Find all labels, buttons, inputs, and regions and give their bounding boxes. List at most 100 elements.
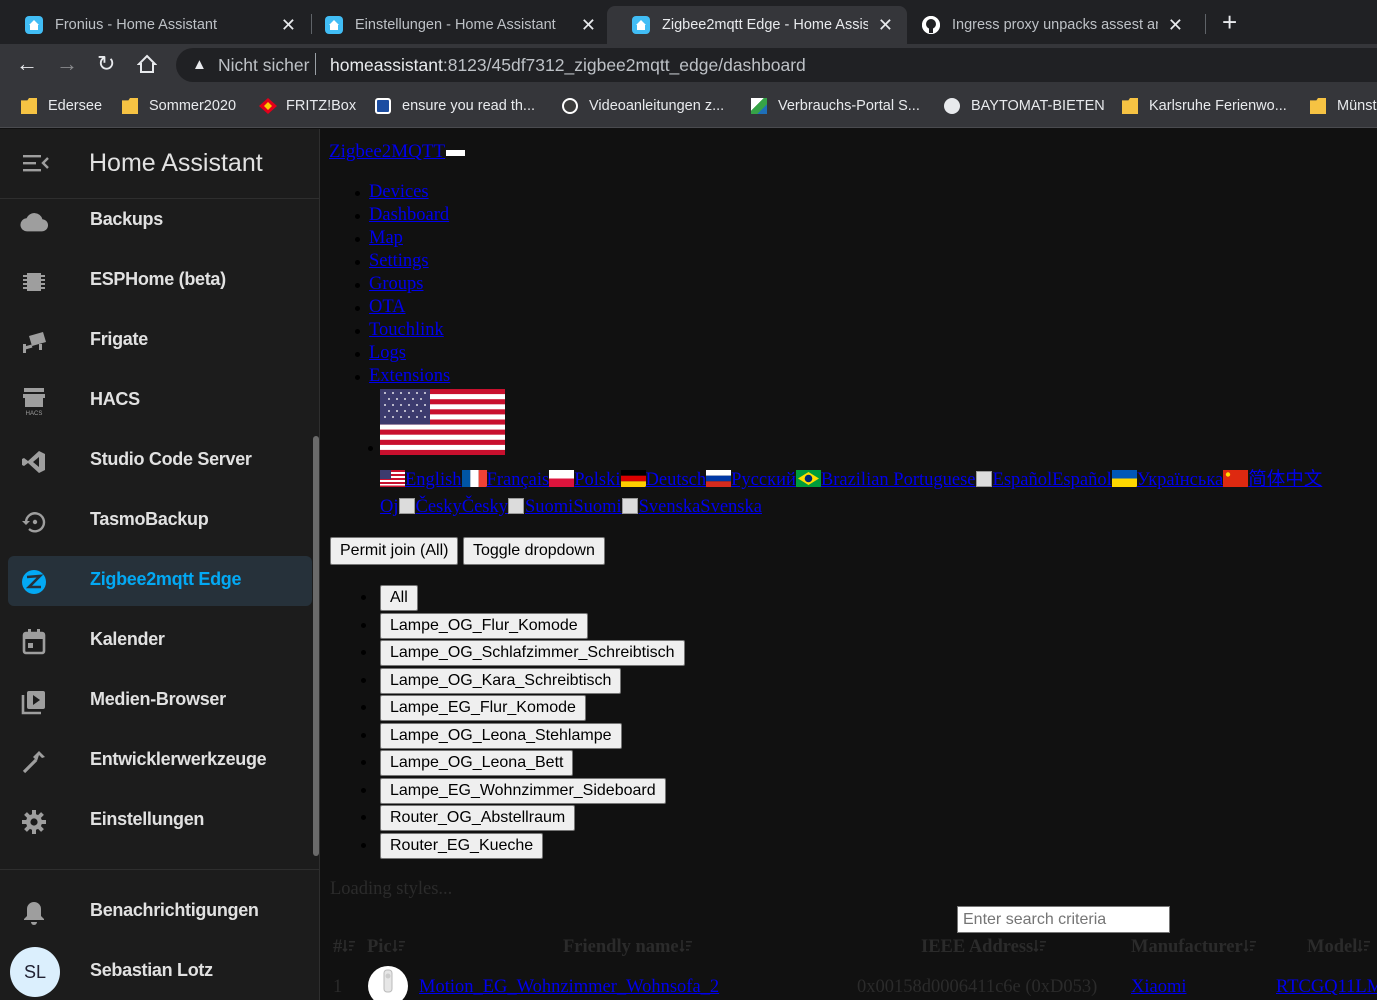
- bookmark-edersee[interactable]: Edersee: [21, 96, 102, 116]
- sidebar-item-studio-code-server[interactable]: Studio Code Server: [8, 436, 312, 486]
- bookmark-muenst[interactable]: Münst: [1310, 96, 1377, 116]
- device-option-button[interactable]: Lampe_EG_Wohnzimmer_Sideboard: [380, 777, 666, 804]
- sidebar-item-zigbee2mqtt-edge[interactable]: Zigbee2mqtt Edge: [8, 556, 312, 606]
- sidebar-item-kalender[interactable]: Kalender: [8, 616, 312, 666]
- device-option-button[interactable]: Lampe_OG_Kara_Schreibtisch: [380, 667, 622, 694]
- lang-polish[interactable]: Polski: [574, 470, 620, 490]
- close-icon[interactable]: ✕: [281, 15, 296, 36]
- navbar-toggler[interactable]: [446, 149, 466, 156]
- sidebar-item-backups[interactable]: Backups: [8, 196, 312, 246]
- zigbee2mqtt-page: Zigbee2MQTT Devices Dashboard Map Settin…: [321, 129, 1377, 1000]
- column-header-ieee-address[interactable]: IEEE Address: [921, 937, 1047, 958]
- lang-spanish[interactable]: EspañolEspañol: [993, 470, 1112, 490]
- address-bar[interactable]: ▲ Nicht sicher homeassistant:8123/45df73…: [176, 48, 1377, 82]
- sidebar-item-label: Studio Code Server: [90, 449, 252, 469]
- sidebar-item-esphome[interactable]: ESPHome (beta): [8, 256, 312, 306]
- bookmark-videoanleitungen[interactable]: Videoanleitungen z...: [562, 96, 724, 116]
- device-option-button[interactable]: Router_EG_Kueche: [380, 832, 544, 859]
- nav-link[interactable]: Touchlink: [369, 320, 444, 340]
- reload-icon[interactable]: ↻: [97, 53, 115, 75]
- nav-link[interactable]: Devices: [369, 182, 429, 202]
- device-option-button[interactable]: Router_OG_Abstellraum: [380, 805, 576, 831]
- cloud-icon: [20, 208, 48, 236]
- nav-link[interactable]: Extensions: [369, 366, 450, 386]
- security-label[interactable]: Nicht sicher: [218, 55, 309, 76]
- lang-russian[interactable]: Русский: [731, 470, 796, 490]
- bookmark-label: Sommer2020: [149, 98, 237, 114]
- column-header-friendly-name[interactable]: Friendly name: [563, 937, 693, 958]
- site-icon: [751, 98, 767, 114]
- lang-czech[interactable]: ČeskyČesky: [416, 497, 509, 517]
- bookmark-ensure[interactable]: ensure you read th...: [375, 96, 535, 116]
- browser-tab-zigbee2mqtt[interactable]: Zigbee2mqtt Edge - Home Assist ✕: [607, 6, 907, 44]
- bookmark-label: Münst: [1337, 98, 1377, 114]
- bookmark-karlsruhe[interactable]: Karlsruhe Ferienwo...: [1122, 96, 1287, 116]
- nav-link[interactable]: Logs: [369, 343, 406, 363]
- bookmark-verbrauchs-portal[interactable]: Verbrauchs-Portal S...: [751, 96, 920, 116]
- model-link[interactable]: RTCGQ11LM: [1276, 977, 1377, 997]
- nav-item-extensions: Extensions: [354, 365, 450, 388]
- device-link[interactable]: Motion_EG_Wohnzimmer_Wohnsofa_2: [419, 977, 719, 997]
- device-option-button[interactable]: Lampe_OG_Schlafzimmer_Schreibtisch: [380, 640, 685, 666]
- browser-tab-einstellungen[interactable]: Einstellungen - Home Assistant ✕: [300, 6, 610, 44]
- warning-icon[interactable]: ▲: [192, 56, 207, 73]
- column-header-model[interactable]: Model: [1307, 937, 1371, 958]
- device-option-button[interactable]: All: [380, 585, 418, 611]
- sidebar-item-einstellungen[interactable]: Einstellungen: [8, 796, 312, 846]
- device-option-button[interactable]: Lampe_OG_Leona_Stehlampe: [380, 722, 622, 749]
- device-option-button[interactable]: Lampe_OG_Flur_Komode: [380, 612, 588, 639]
- bookmark-fritzbox[interactable]: FRITZ!Box: [259, 96, 356, 116]
- bookmark-label: Edersee: [48, 98, 103, 114]
- lang-swedish[interactable]: SvenskaSvenska: [639, 497, 762, 517]
- lang-german[interactable]: Deutsch: [646, 470, 707, 490]
- sidebar-item-hacs[interactable]: HACS HACS: [8, 376, 312, 426]
- browser-tab-github[interactable]: Ingress proxy unpacks assest and ✕: [897, 6, 1197, 44]
- manufacturer-link[interactable]: Xiaomi: [1131, 977, 1187, 997]
- bookmark-baytomat[interactable]: BAYTOMAT-BIETEN: [944, 96, 1105, 116]
- ukraine-flag-icon: [1111, 470, 1137, 487]
- nav-link[interactable]: Dashboard: [369, 205, 449, 225]
- sidebar-scrollbar[interactable]: [313, 436, 319, 856]
- us-flag-icon[interactable]: [380, 389, 505, 455]
- lang-other[interactable]: Oj: [380, 497, 399, 517]
- column-header-manufacturer[interactable]: Manufacturer: [1131, 937, 1257, 958]
- home-icon[interactable]: [136, 54, 158, 78]
- url-text[interactable]: homeassistant:8123/45df7312_zigbee2mqtt_…: [330, 55, 806, 76]
- nav-link[interactable]: OTA: [369, 297, 406, 317]
- column-header-pic[interactable]: Pic: [367, 937, 406, 958]
- sidebar-item-medien-browser[interactable]: Medien-Browser: [8, 676, 312, 726]
- permit-join-button[interactable]: Permit join (All): [330, 537, 459, 565]
- nav-link[interactable]: Map: [369, 228, 403, 248]
- close-icon[interactable]: ✕: [581, 15, 596, 36]
- toggle-dropdown-button[interactable]: Toggle dropdown: [463, 537, 605, 565]
- sidebar-item-tasmobackup[interactable]: TasmoBackup: [8, 496, 312, 546]
- close-icon[interactable]: ✕: [878, 15, 893, 36]
- lang-finnish[interactable]: SuomiSuomi: [525, 497, 622, 517]
- lang-ukrainian[interactable]: Українська: [1137, 470, 1224, 490]
- lang-french[interactable]: Français: [487, 470, 550, 490]
- bookmark-sommer2020[interactable]: Sommer2020: [122, 96, 236, 116]
- url-host: homeassistant: [330, 55, 443, 75]
- device-option-button[interactable]: Lampe_EG_Flur_Komode: [380, 695, 586, 721]
- sidebar-item-entwicklerwerkzeuge[interactable]: Entwicklerwerkzeuge: [8, 736, 312, 786]
- forward-arrow-icon[interactable]: →: [56, 53, 78, 75]
- menu-collapse-icon[interactable]: [23, 153, 49, 173]
- nav-link[interactable]: Settings: [369, 251, 429, 271]
- device-option-button[interactable]: Lampe_OG_Leona_Bett: [380, 750, 574, 776]
- sidebar-item-frigate[interactable]: Frigate: [8, 316, 312, 366]
- sidebar-item-notifications[interactable]: Benachrichtigungen: [8, 887, 312, 937]
- back-arrow-icon[interactable]: ←: [16, 53, 38, 75]
- browser-tab-fronius[interactable]: Fronius - Home Assistant ✕: [0, 6, 310, 44]
- lang-brazilian-portuguese[interactable]: Brazilian Portuguese: [821, 470, 976, 490]
- brand-link[interactable]: Zigbee2MQTT: [329, 141, 445, 162]
- lang-english[interactable]: English: [405, 470, 462, 490]
- home-assistant-icon: [632, 16, 650, 34]
- search-input[interactable]: [957, 906, 1170, 933]
- new-tab-button[interactable]: +: [1222, 8, 1237, 36]
- sort-icon: [342, 940, 356, 953]
- sidebar-item-profile[interactable]: Sebastian Lotz: [8, 947, 312, 997]
- lang-chinese[interactable]: 简体中文: [1248, 470, 1322, 490]
- nav-link[interactable]: Groups: [369, 274, 423, 294]
- column-header-number[interactable]: #: [333, 937, 356, 958]
- close-icon[interactable]: ✕: [1168, 15, 1183, 36]
